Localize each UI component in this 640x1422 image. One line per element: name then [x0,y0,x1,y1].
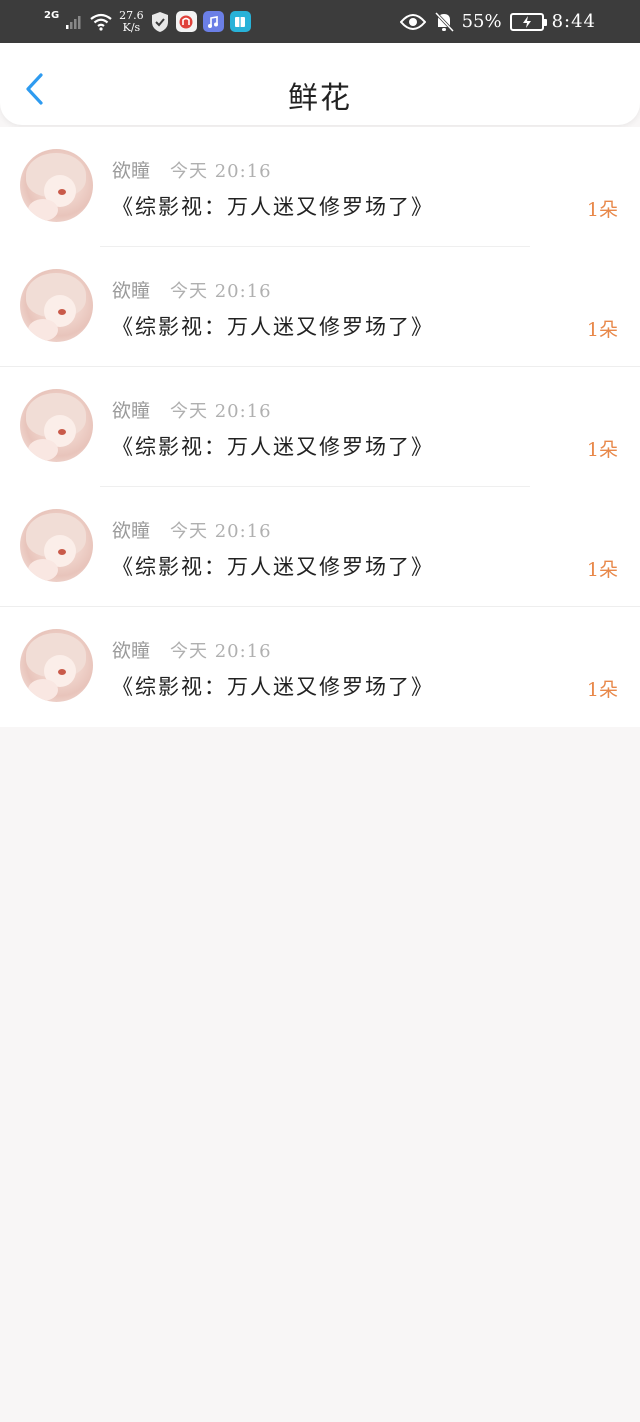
avatar[interactable] [20,149,93,222]
clock: 8:44 [551,11,596,32]
list-item[interactable]: 欲瞳 今天 20:16 《综影视：万人迷又修罗场了》 1朵 [0,247,640,367]
page-header: 鲜花 [0,43,640,125]
status-bar: 2G 27.6 K/s 55% 8:44 [0,0,640,43]
app-icon-red [175,11,197,32]
item-time: 今天 20:16 [170,161,272,182]
item-book-title[interactable]: 《综影视：万人迷又修罗场了》 [112,191,434,221]
item-book-title[interactable]: 《综影视：万人迷又修罗场了》 [112,671,434,701]
network-type: 2G [44,10,60,21]
bell-off-icon [434,11,454,32]
item-flower-count: 1朵 [586,199,618,221]
avatar[interactable] [20,509,93,582]
shield-icon [151,11,168,32]
music-app-icon [202,11,224,32]
list-item[interactable]: 欲瞳 今天 20:16 《综影视：万人迷又修罗场了》 1朵 [0,367,640,487]
book-app-icon [229,11,251,32]
avatar[interactable] [20,389,93,462]
item-username[interactable]: 欲瞳 [112,636,150,663]
list-item[interactable]: 欲瞳 今天 20:16 《综影视：万人迷又修罗场了》 1朵 [0,607,640,727]
network-speed-unit: K/s [122,20,141,34]
item-username[interactable]: 欲瞳 [112,396,150,423]
status-left: 2G 27.6 K/s [44,0,251,43]
signal-icon [66,15,81,29]
item-book-title[interactable]: 《综影视：万人迷又修罗场了》 [112,551,434,581]
item-time: 今天 20:16 [170,401,272,422]
item-flower-count: 1朵 [586,319,618,341]
eye-icon [399,13,426,30]
item-time: 今天 20:16 [170,641,272,662]
item-time: 今天 20:16 [170,521,272,542]
avatar[interactable] [20,629,93,702]
network-speed-value: 27.6 [119,8,144,22]
item-username[interactable]: 欲瞳 [112,156,150,183]
item-flower-count: 1朵 [586,559,618,581]
item-flower-count: 1朵 [586,679,618,701]
network-speed: 27.6 K/s [119,8,144,34]
battery-percent: 55% [461,11,502,32]
battery-charging-icon [509,12,547,31]
item-time: 今天 20:16 [170,281,272,302]
status-right: 55% 8:44 [399,0,596,43]
flower-list: 欲瞳 今天 20:16 《综影视：万人迷又修罗场了》 1朵 欲瞳 今天 20:1… [0,127,640,727]
item-book-title[interactable]: 《综影视：万人迷又修罗场了》 [112,431,434,461]
item-username[interactable]: 欲瞳 [112,276,150,303]
list-item[interactable]: 欲瞳 今天 20:16 《综影视：万人迷又修罗场了》 1朵 [0,127,640,247]
page-title: 鲜花 [288,81,352,116]
item-username[interactable]: 欲瞳 [112,516,150,543]
item-book-title[interactable]: 《综影视：万人迷又修罗场了》 [112,311,434,341]
list-item[interactable]: 欲瞳 今天 20:16 《综影视：万人迷又修罗场了》 1朵 [0,487,640,607]
avatar[interactable] [20,269,93,342]
item-flower-count: 1朵 [586,439,618,461]
wifi-icon [90,13,112,31]
